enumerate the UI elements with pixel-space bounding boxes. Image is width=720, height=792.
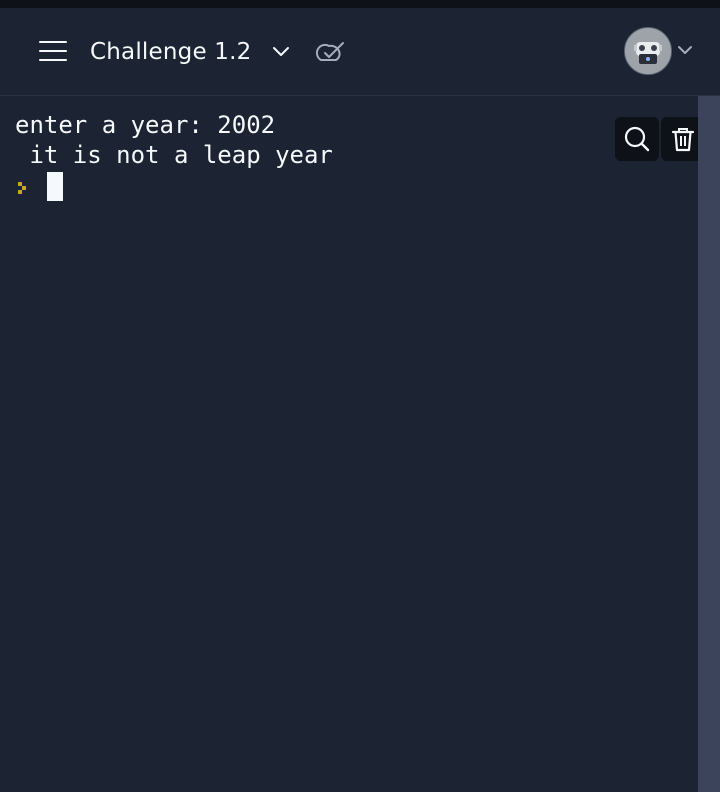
console-line: it is not a leap year xyxy=(15,141,333,169)
chevron-down-icon xyxy=(273,47,289,56)
hamburger-icon-line xyxy=(39,50,67,52)
console-output-panel[interactable] xyxy=(0,96,698,792)
trash-icon xyxy=(671,128,695,152)
robot-avatar-icon xyxy=(625,28,671,74)
title-dropdown-button[interactable] xyxy=(266,38,296,66)
hamburger-icon-line xyxy=(39,59,67,61)
search-icon xyxy=(624,126,650,152)
saved-status-indicator[interactable] xyxy=(312,38,346,66)
user-avatar xyxy=(624,27,672,75)
hamburger-menu-button[interactable] xyxy=(34,34,72,68)
console-scrollbar[interactable] xyxy=(698,96,720,792)
console-line: enter a year: 2002 xyxy=(15,111,276,139)
account-menu-button[interactable] xyxy=(622,27,702,77)
top-edge-strip xyxy=(0,0,720,8)
search-console-button[interactable] xyxy=(615,117,659,161)
prompt-chevron-icon xyxy=(18,182,26,194)
hamburger-icon-line xyxy=(39,41,67,43)
chevron-down-icon xyxy=(678,46,692,54)
scrollbar-thumb[interactable] xyxy=(698,96,720,792)
input-cursor[interactable] xyxy=(47,172,63,201)
cloud-check-icon xyxy=(315,42,344,61)
header-bar: Challenge 1.2 xyxy=(0,8,720,96)
repl-title[interactable]: Challenge 1.2 xyxy=(90,34,251,70)
